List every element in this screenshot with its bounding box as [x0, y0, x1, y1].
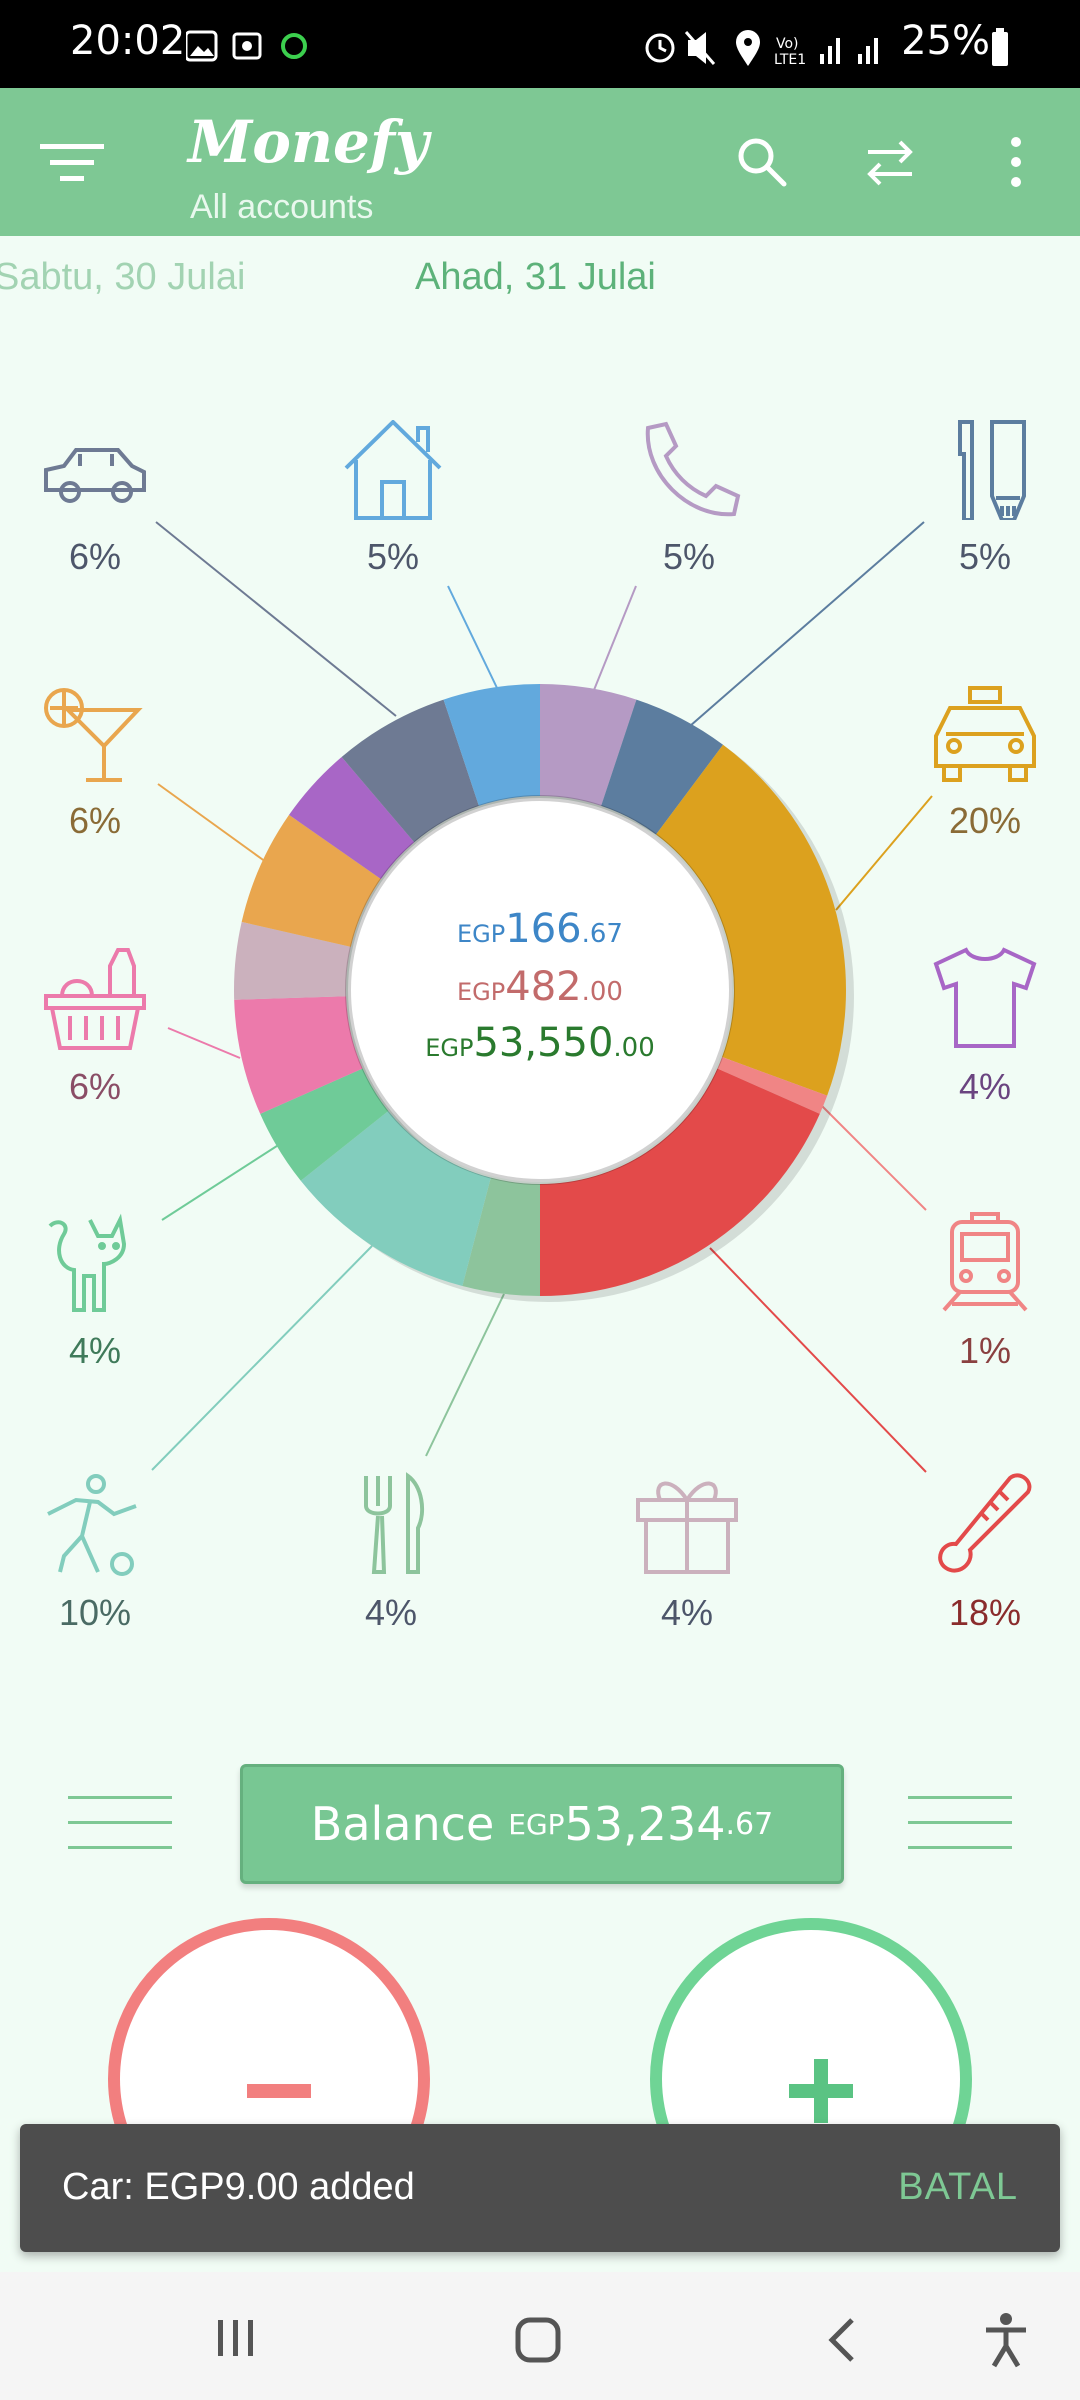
thermometer-icon [938, 1473, 1032, 1573]
category-house[interactable]: 5% [318, 420, 468, 578]
connector-transport [819, 1103, 927, 1211]
left-menu-lines-icon[interactable] [68, 1796, 172, 1849]
snackbar: Car: EGP9.00 added BATAL [20, 2124, 1060, 2252]
train-icon [942, 1212, 1028, 1312]
system-nav-bar [0, 2272, 1080, 2400]
category-car[interactable]: 6% [20, 420, 170, 578]
cat-icon [48, 1213, 127, 1312]
minus-icon [247, 2084, 311, 2098]
category-health[interactable]: 18% [910, 1472, 1060, 1634]
category-toiletry[interactable]: 5% [910, 420, 1060, 578]
connector-health [709, 1247, 927, 1473]
connector-phone [593, 585, 637, 691]
snackbar-undo-button[interactable]: BATAL [898, 2166, 1018, 2209]
basket-icon [44, 948, 146, 1050]
right-menu-lines-icon[interactable] [908, 1796, 1012, 1849]
category-groceries[interactable]: 6% [20, 946, 170, 1108]
car-icon [44, 448, 146, 503]
connector-pets [161, 1143, 281, 1221]
recent-apps-icon[interactable] [214, 2316, 258, 2360]
balance-button[interactable]: Balance EGP 53,234.67 [240, 1764, 844, 1884]
phone-icon [645, 421, 741, 517]
connector-entertainment [157, 783, 267, 863]
tshirt-icon [933, 947, 1037, 1048]
category-gifts[interactable]: 4% [612, 1472, 762, 1634]
house-icon [344, 420, 442, 520]
gift-icon [636, 1481, 738, 1574]
category-eating-out[interactable]: 4% [316, 1472, 466, 1634]
category-entertainment[interactable]: 6% [20, 684, 170, 842]
snackbar-message: Car: EGP9.00 added [62, 2166, 415, 2208]
category-taxi[interactable]: 20% [910, 684, 1060, 842]
connector-house [447, 585, 499, 691]
category-sports[interactable]: 10% [20, 1472, 170, 1634]
fork-knife-icon [364, 1472, 425, 1574]
cocktail-icon [44, 688, 143, 782]
accessibility-icon[interactable] [982, 2312, 1030, 2368]
connector-sports [151, 1245, 373, 1471]
expense-chart [151, 521, 933, 1473]
category-pets[interactable]: 4% [20, 1210, 170, 1372]
home-icon[interactable] [514, 2316, 562, 2364]
taxi-icon [934, 686, 1036, 782]
category-phone[interactable]: 5% [614, 420, 764, 578]
category-clothes[interactable]: 4% [910, 946, 1060, 1108]
back-icon[interactable] [824, 2316, 860, 2364]
category-transport[interactable]: 1% [910, 1210, 1060, 1372]
connector-eating-out [425, 1293, 505, 1457]
toothbrush-icon [958, 420, 1026, 520]
plus-icon-v [814, 2059, 828, 2123]
soccer-player-icon [47, 1474, 137, 1576]
